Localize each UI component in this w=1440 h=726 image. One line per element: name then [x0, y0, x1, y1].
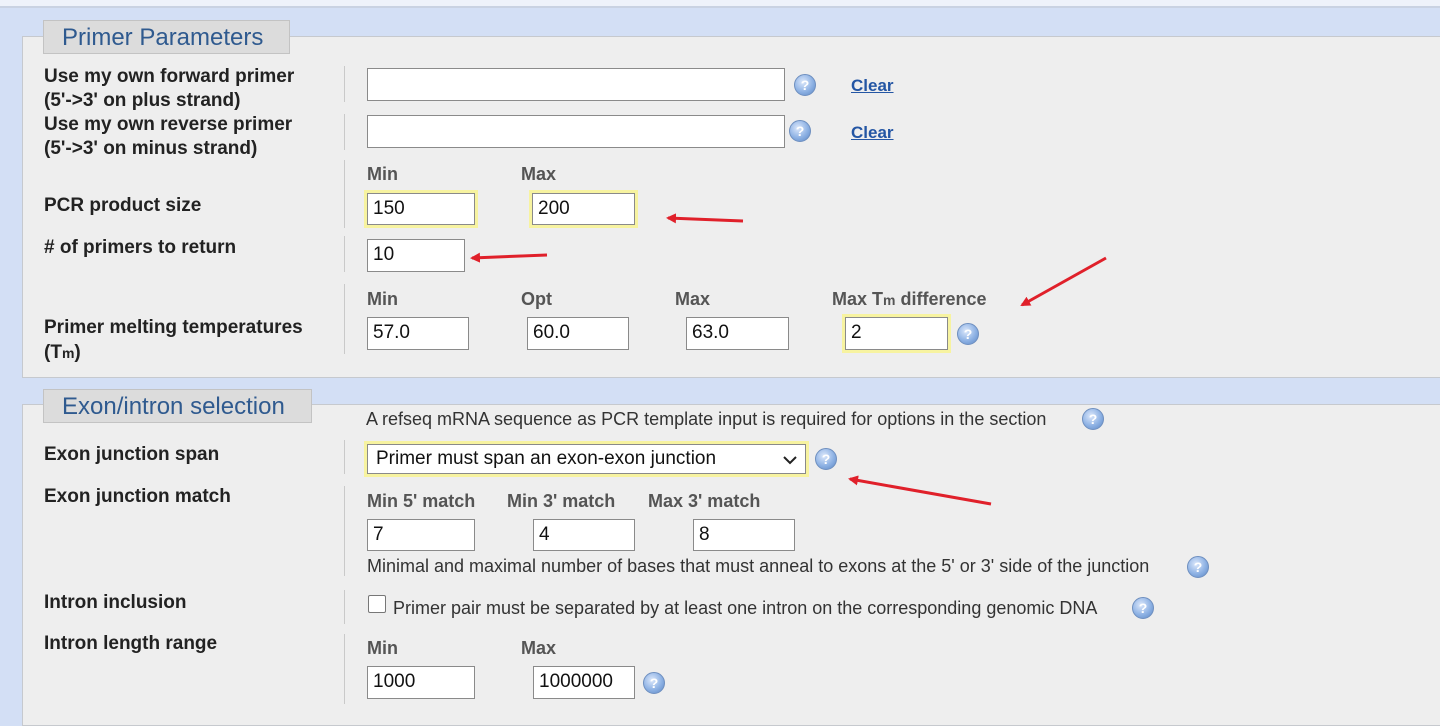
- red-arrow-annotation: [1020, 256, 1107, 307]
- red-arrow-annotation: [848, 475, 992, 506]
- annotation-layer: [470, 213, 1107, 506]
- red-arrow-annotation: [666, 213, 744, 224]
- red-arrow-annotation: [470, 252, 548, 263]
